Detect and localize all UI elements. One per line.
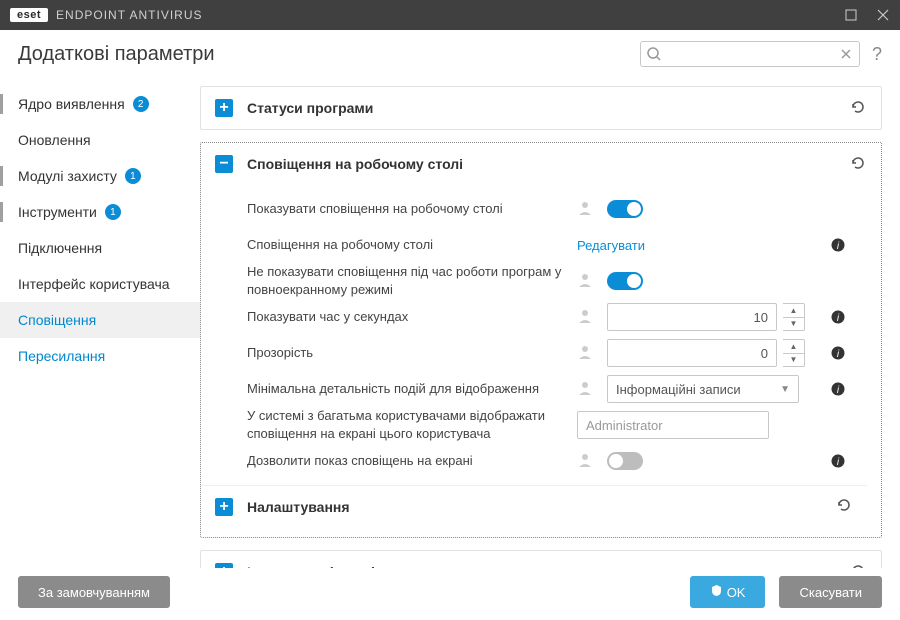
badge: 1: [125, 168, 141, 184]
panel-header-desktop[interactable]: − Сповіщення на робочому столі: [201, 143, 881, 185]
setting-label: Показувати сповіщення на робочому столі: [247, 200, 577, 218]
info-icon[interactable]: i: [827, 346, 849, 360]
sidebar-item-detection[interactable]: Ядро виявлення 2: [0, 86, 200, 122]
row-transparency: Прозорість ▲▼ i: [247, 335, 867, 371]
panel-desktop-notifications: − Сповіщення на робочому столі Показуват…: [200, 142, 882, 538]
row-fullscreen: Не показувати сповіщення під час роботи …: [247, 263, 867, 299]
search-input[interactable]: [640, 41, 860, 67]
sidebar-item-update[interactable]: Оновлення: [0, 122, 200, 158]
sidebar-item-ui[interactable]: Інтерфейс користувача: [0, 266, 200, 302]
sidebar-item-protection[interactable]: Модулі захисту 1: [0, 158, 200, 194]
help-icon[interactable]: ?: [872, 44, 882, 65]
search-wrap: [640, 41, 860, 67]
user-icon: [577, 200, 593, 219]
product-name: ENDPOINT ANTIVIRUS: [56, 8, 202, 22]
user-icon: [577, 380, 593, 399]
row-edit-desktop: Сповіщення на робочому столі Редагувати …: [247, 227, 867, 263]
chevron-down-icon: ▼: [780, 384, 790, 395]
row-seconds: Показувати час у секундах ▲▼ i: [247, 299, 867, 335]
footer: За замовчуванням OK Скасувати: [0, 564, 900, 620]
setting-label: У системі з багатьма користувачами відоб…: [247, 407, 577, 442]
sidebar-sub-notifications[interactable]: Сповіщення: [0, 302, 200, 338]
row-multiuser: У системі з багатьма користувачами відоб…: [247, 407, 867, 443]
search-icon: [646, 46, 662, 62]
toggle-show-desktop[interactable]: [607, 200, 643, 218]
setting-label: Не показувати сповіщення під час роботи …: [247, 263, 577, 298]
panel-title: Статуси програми: [247, 100, 373, 116]
row-allow-onscreen: Дозволити показ сповіщень на екрані i: [247, 443, 867, 479]
info-icon[interactable]: i: [827, 238, 849, 252]
transparency-input[interactable]: [607, 339, 777, 367]
seconds-spinner[interactable]: ▲▼: [783, 303, 805, 331]
sidebar-item-label: Інструменти: [18, 204, 97, 220]
select-value: Інформаційні записи: [616, 382, 741, 397]
row-show-desktop: Показувати сповіщення на робочому столі: [247, 191, 867, 227]
page-title: Додаткові параметри: [18, 43, 215, 66]
sidebar-item-label: Інтерфейс користувача: [18, 276, 170, 292]
edit-link[interactable]: Редагувати: [577, 238, 645, 253]
undo-icon[interactable]: [835, 496, 853, 517]
sidebar-item-label: Оновлення: [18, 132, 91, 148]
window-close-icon[interactable]: [876, 8, 890, 22]
panel-title: Налаштування: [247, 499, 350, 515]
brand-logo: eset: [10, 8, 48, 22]
header: Додаткові параметри ?: [0, 30, 900, 78]
row-verbosity: Мінімальна детальність подій для відобра…: [247, 371, 867, 407]
panel-title: Сповіщення на робочому столі: [247, 156, 463, 172]
undo-icon[interactable]: [849, 154, 867, 175]
search-clear-icon[interactable]: [838, 46, 854, 62]
toggle-fullscreen[interactable]: [607, 272, 643, 290]
chevron-up-icon[interactable]: ▲: [783, 340, 804, 354]
sidebar-item-label: Ядро виявлення: [18, 96, 125, 112]
collapse-icon: −: [215, 155, 233, 173]
transparency-spinner[interactable]: ▲▼: [783, 339, 805, 367]
badge: 2: [133, 96, 149, 112]
multiuser-input[interactable]: [577, 411, 769, 439]
sidebar: Ядро виявлення 2 Оновлення Модулі захисту…: [0, 78, 200, 568]
seconds-input[interactable]: [607, 303, 777, 331]
window-maximize-icon[interactable]: [844, 8, 858, 22]
user-icon: [577, 452, 593, 471]
chevron-down-icon[interactable]: ▼: [783, 318, 804, 331]
main-content: + Статуси програми − Сповіщення на робоч…: [200, 78, 900, 568]
info-icon[interactable]: i: [827, 310, 849, 324]
shield-icon: [710, 584, 723, 600]
panel-header-sub-settings[interactable]: + Налаштування: [201, 485, 867, 527]
panel-header-app-status[interactable]: + Статуси програми: [201, 87, 881, 129]
sidebar-sub-forwarding[interactable]: Пересилання: [0, 338, 200, 374]
user-icon: [577, 308, 593, 327]
undo-icon[interactable]: [849, 98, 867, 119]
setting-label: Показувати час у секундах: [247, 308, 577, 326]
sidebar-item-label: Пересилання: [18, 348, 105, 364]
expand-icon: +: [215, 498, 233, 516]
setting-label: Сповіщення на робочому столі: [247, 236, 577, 254]
sidebar-item-label: Сповіщення: [18, 312, 96, 328]
setting-label: Прозорість: [247, 344, 577, 362]
cancel-button[interactable]: Скасувати: [779, 576, 882, 608]
info-icon[interactable]: i: [827, 382, 849, 396]
badge: 1: [105, 204, 121, 220]
ok-button[interactable]: OK: [690, 576, 766, 608]
verbosity-select[interactable]: Інформаційні записи ▼: [607, 375, 799, 403]
toggle-allow-onscreen[interactable]: [607, 452, 643, 470]
chevron-up-icon[interactable]: ▲: [783, 304, 804, 318]
user-icon: [577, 344, 593, 363]
panel-app-status: + Статуси програми: [200, 86, 882, 130]
sidebar-item-connection[interactable]: Підключення: [0, 230, 200, 266]
sidebar-item-tools[interactable]: Інструменти 1: [0, 194, 200, 230]
user-icon: [577, 272, 593, 291]
expand-icon: +: [215, 99, 233, 117]
titlebar: eset ENDPOINT ANTIVIRUS: [0, 0, 900, 30]
info-icon[interactable]: i: [827, 454, 849, 468]
button-label: OK: [727, 585, 746, 600]
setting-label: Мінімальна детальність подій для відобра…: [247, 380, 577, 398]
chevron-down-icon[interactable]: ▼: [783, 354, 804, 367]
default-button[interactable]: За замовчуванням: [18, 576, 170, 608]
sidebar-item-label: Підключення: [18, 240, 102, 256]
sidebar-item-label: Модулі захисту: [18, 168, 117, 184]
setting-label: Дозволити показ сповіщень на екрані: [247, 452, 577, 470]
